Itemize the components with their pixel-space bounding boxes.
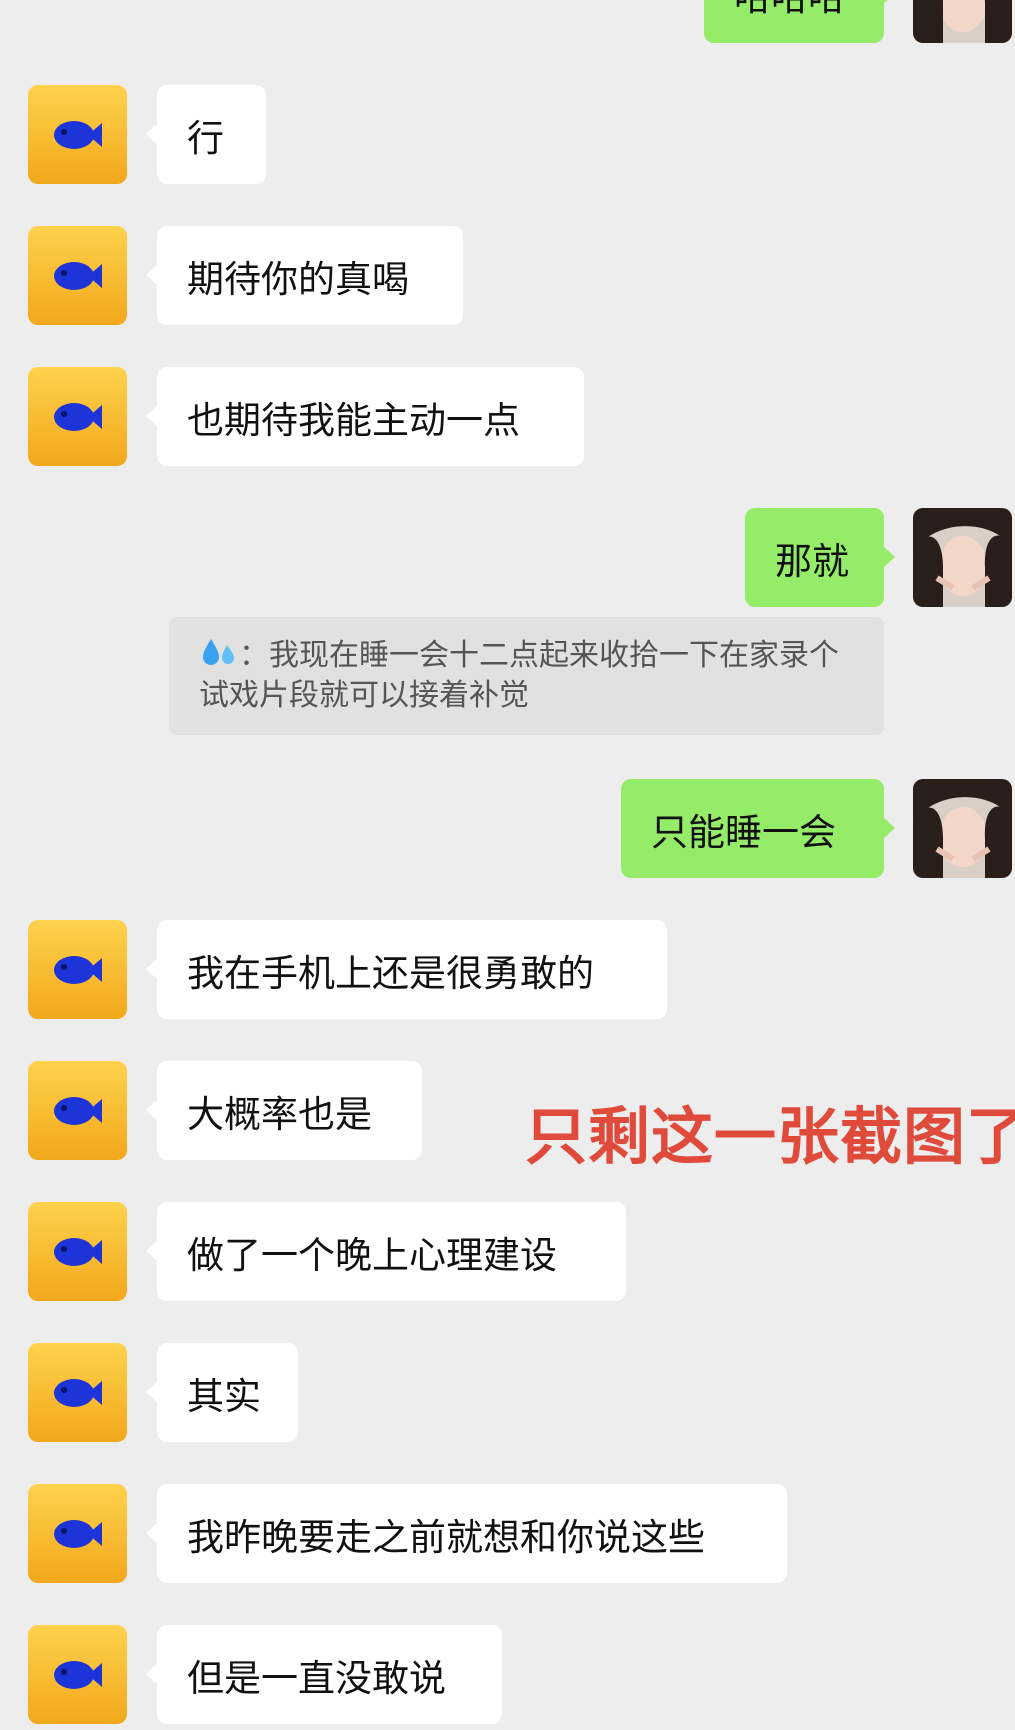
contact-avatar-icon[interactable] — [28, 920, 127, 1019]
quote-separator: ： — [239, 638, 269, 673]
message-text: 我昨晚要走之前就想和你说这些 — [187, 1515, 705, 1559]
message-bubble-incoming[interactable]: 我昨晚要走之前就想和你说这些 — [146, 1484, 787, 1583]
contact-avatar-icon[interactable] — [28, 1625, 127, 1724]
message-bubble-outgoing[interactable]: 那就 — [745, 508, 895, 607]
self-avatar-icon[interactable] — [913, 508, 1012, 607]
message-text: 只能睡一会 — [651, 810, 836, 854]
message-bubble-outgoing[interactable]: 哈哈哈 — [704, 0, 895, 43]
message-bubble-incoming[interactable]: 但是一直没敢说 — [146, 1625, 502, 1724]
self-avatar-icon[interactable] — [913, 0, 1012, 43]
message-text: 行 — [187, 116, 224, 160]
contact-avatar-icon[interactable] — [28, 1343, 127, 1442]
self-avatar-icon[interactable] — [913, 779, 1012, 878]
contact-avatar-icon[interactable] — [28, 367, 127, 466]
contact-avatar-icon[interactable] — [28, 85, 127, 184]
message-bubble-incoming[interactable]: 我在手机上还是很勇敢的 — [146, 920, 667, 1019]
message-bubble-incoming[interactable]: 做了一个晚上心理建设 — [146, 1202, 626, 1301]
quote-text: 我现在睡一会十二点起来收拾一下在家录个试戏片段就可以接着补觉 — [199, 638, 839, 713]
message-bubble-incoming[interactable]: 期待你的真喝 — [146, 226, 463, 325]
contact-avatar-icon[interactable] — [28, 1202, 127, 1301]
message-text: 但是一直没敢说 — [187, 1656, 446, 1700]
message-bubble-incoming[interactable]: 行 — [146, 85, 266, 184]
message-bubble-incoming[interactable]: 大概率也是 — [146, 1061, 422, 1160]
message-text: 期待你的真喝 — [187, 257, 409, 301]
message-text: 那就 — [775, 539, 849, 583]
message-text: 大概率也是 — [187, 1092, 372, 1136]
message-text: 做了一个晚上心理建设 — [187, 1233, 557, 1277]
message-bubble-outgoing[interactable]: 只能睡一会 — [621, 779, 895, 878]
quoted-message[interactable]: ：我现在睡一会十二点起来收拾一下在家录个试戏片段就可以接着补觉 — [169, 617, 884, 735]
contact-avatar-icon[interactable] — [28, 1061, 127, 1160]
contact-avatar-icon[interactable] — [28, 226, 127, 325]
message-text: 也期待我能主动一点 — [187, 398, 520, 442]
message-text: 其实 — [187, 1374, 261, 1418]
message-bubble-incoming[interactable]: 也期待我能主动一点 — [146, 367, 584, 466]
message-text: 哈哈哈 — [734, 0, 845, 21]
message-text: 我在手机上还是很勇敢的 — [187, 951, 594, 995]
overlay-caption: 只剩这一张截图了 — [525, 1100, 1015, 1173]
contact-avatar-icon[interactable] — [28, 1484, 127, 1583]
chat-message-list: 哈哈哈 行 期待你的真喝 也期待我能主动一点 那就 ：我现在睡一会十二点起来收拾… — [0, 0, 1015, 1730]
message-bubble-incoming[interactable]: 其实 — [146, 1343, 298, 1442]
sweat-droplets-icon — [203, 639, 234, 665]
